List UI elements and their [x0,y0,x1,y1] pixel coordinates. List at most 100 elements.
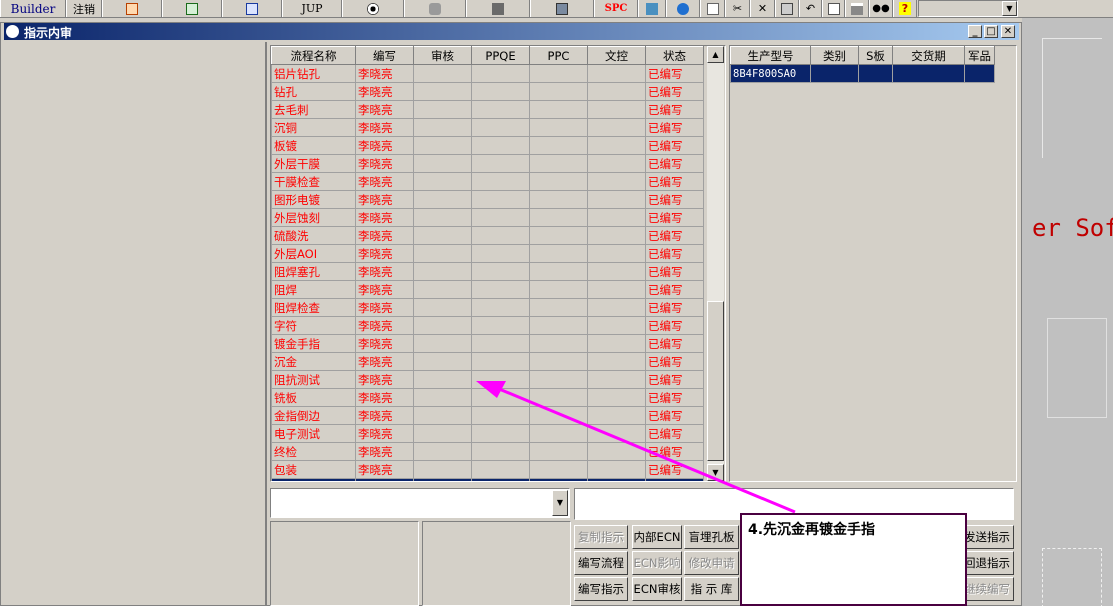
table-cell[interactable] [471,388,530,407]
col-header[interactable]: 审核 [413,46,472,65]
table-cell[interactable]: 图形电镀 [271,190,356,209]
table-cell[interactable] [529,262,588,281]
table-cell[interactable]: 已编写 [645,100,704,119]
table-cell[interactable] [413,262,472,281]
table-cell[interactable]: 阻焊检查 [271,298,356,317]
table-cell[interactable]: 李晓亮 [355,118,414,137]
table-cell[interactable]: 去毛刺 [271,100,356,119]
write-instruction-button[interactable]: 编写指示 [574,577,628,601]
table-cell[interactable] [413,406,472,425]
table-cell[interactable]: 已编写 [645,262,704,281]
table-cell[interactable] [587,460,646,479]
table-cell[interactable]: 李晓亮 [355,388,414,407]
table-cell[interactable] [413,154,472,173]
table-cell[interactable] [529,298,588,317]
table-row[interactable]: 去毛刺 李晓亮 已编写 [271,100,704,119]
table-cell[interactable] [587,424,646,443]
table-cell[interactable]: 已编写 [645,334,704,353]
col-header[interactable]: 军品 [964,46,995,65]
table-row[interactable]: 包装 李晓亮 已编写 [271,460,704,479]
table-cell[interactable] [587,64,646,83]
table-cell[interactable]: 已编写 [645,118,704,137]
table-cell[interactable] [587,478,646,481]
table-cell[interactable]: 成品仓 [271,478,356,481]
table-row[interactable]: 板镀 李晓亮 已编写 [271,136,704,155]
network-button[interactable] [466,0,530,17]
restore-button[interactable]: □ [984,25,998,38]
table-cell[interactable] [529,64,588,83]
table-row[interactable]: 硫酸洗 李晓亮 已编写 [271,226,704,245]
blind-buried-via-button[interactable]: 盲埋孔板 [684,525,739,549]
table-cell[interactable] [529,280,588,299]
table-cell[interactable]: 李晓亮 [355,316,414,335]
modify-request-button[interactable]: 修改申请 [684,551,739,575]
continue-writing-button[interactable]: 继续编写 [960,577,1014,601]
excel-button[interactable] [162,0,222,17]
table-cell[interactable] [413,208,472,227]
table-cell[interactable] [471,82,530,101]
table-cell[interactable]: 李晓亮 [355,298,414,317]
builder-button[interactable]: Builder [0,0,66,17]
table-cell[interactable]: 沉金 [271,352,356,371]
table-cell[interactable] [587,208,646,227]
table-cell[interactable] [587,370,646,389]
table-cell[interactable] [587,298,646,317]
table-cell[interactable] [587,316,646,335]
ie-button[interactable] [666,0,700,17]
table-cell[interactable] [413,190,472,209]
col-header[interactable]: 类别 [810,46,859,65]
table-cell[interactable]: 已编写 [645,298,704,317]
col-header[interactable]: 流程名称 [271,46,356,65]
table-cell[interactable] [413,244,472,263]
table-cell[interactable]: 李晓亮 [355,100,414,119]
new-doc-button[interactable] [700,0,725,17]
table-cell[interactable]: 沉铜 [271,118,356,137]
table-cell[interactable] [529,388,588,407]
table-row[interactable]: 成品仓李晓亮 已编写 [271,478,704,481]
logout-button[interactable]: 注销 [66,0,102,17]
col-header[interactable]: 文控 [587,46,646,65]
table-cell[interactable]: 已编写 [645,154,704,173]
col-header[interactable]: PPC [529,46,588,65]
table-cell[interactable] [529,172,588,191]
table-row[interactable]: 铝片钻孔 李晓亮 已编写 [271,64,704,83]
table-cell[interactable]: 干膜检查 [271,172,356,191]
table-cell[interactable] [471,172,530,191]
table-cell[interactable]: 李晓亮 [355,352,414,371]
table-row[interactable]: 沉铜 李晓亮 已编写 [271,118,704,137]
table-cell[interactable] [587,388,646,407]
view-button[interactable] [342,0,404,17]
table-cell[interactable]: 已编写 [645,406,704,425]
col-header[interactable]: 编写 [355,46,414,65]
table-cell[interactable]: 终检 [271,442,356,461]
table-cell[interactable] [413,370,472,389]
table-cell[interactable]: 李晓亮 [355,190,414,209]
table-row[interactable]: 外层干膜 李晓亮 已编写 [271,154,704,173]
table-cell[interactable]: 阻抗测试 [271,370,356,389]
table-cell[interactable] [471,118,530,137]
table-cell[interactable] [529,118,588,137]
table-cell[interactable] [587,82,646,101]
table-cell[interactable]: 字符 [271,316,356,335]
table-cell[interactable]: 外层干膜 [271,154,356,173]
table-row[interactable]: 终检 李晓亮 已编写 [271,442,704,461]
table-cell[interactable] [529,352,588,371]
table-cell[interactable] [413,280,472,299]
table-cell[interactable] [413,334,472,353]
powerpoint-button[interactable] [102,0,162,17]
table-cell[interactable] [471,442,530,461]
table-cell[interactable] [471,262,530,281]
table-cell[interactable] [587,118,646,137]
return-instruction-button[interactable]: 回退指示 [960,551,1014,575]
chevron-down-icon[interactable]: ▼ [552,490,568,516]
table-cell[interactable] [413,226,472,245]
table-cell[interactable]: 已编写 [645,370,704,389]
table-row[interactable]: 字符 李晓亮 已编写 [271,316,704,335]
table-cell[interactable]: 李晓亮 [355,334,414,353]
table-cell[interactable] [587,136,646,155]
table-cell[interactable] [413,388,472,407]
table-cell[interactable]: 已编写 [645,460,704,479]
cut-button[interactable]: ✂ [725,0,750,17]
table-cell[interactable] [471,334,530,353]
table-cell[interactable] [587,100,646,119]
